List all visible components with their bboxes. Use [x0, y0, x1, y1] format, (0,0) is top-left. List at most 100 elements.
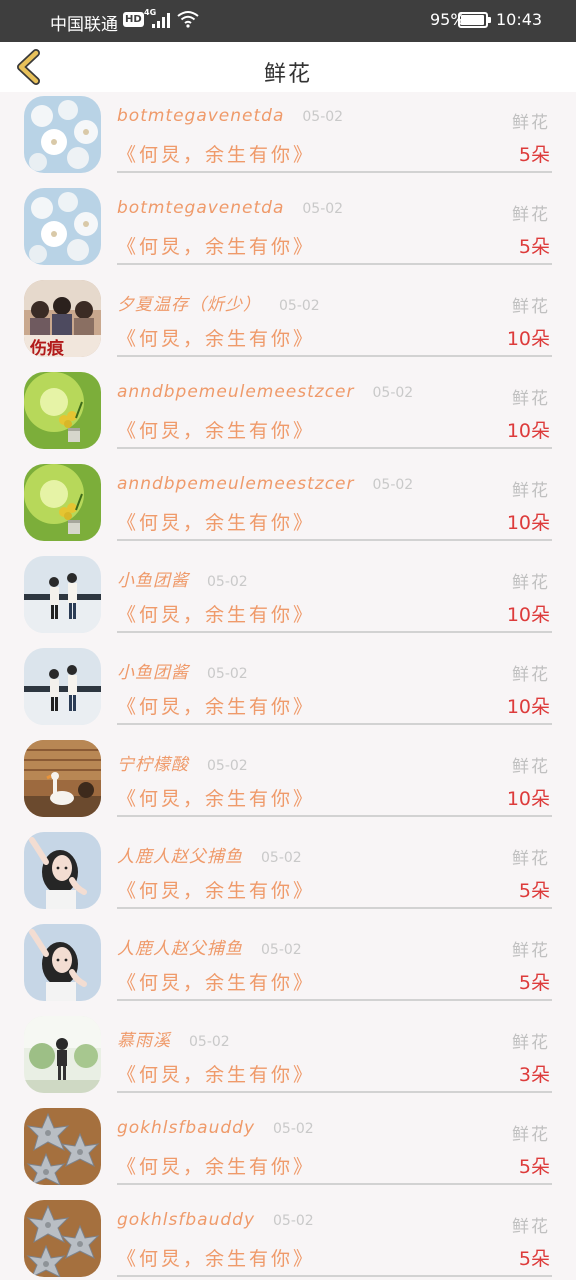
sender-name: anndbpemeulemeestzcer 05-02: [117, 382, 414, 402]
avatar[interactable]: [24, 556, 101, 633]
gift-date: 05-02: [372, 385, 414, 401]
sender-name: 人鹿人赵父捕鱼 05-02: [117, 939, 302, 959]
avatar[interactable]: [24, 924, 101, 1001]
gift-category: 鲜花: [512, 1125, 550, 1145]
gift-message: 《何炅，余生有你》: [117, 1064, 316, 1086]
gift-list-item[interactable]: gokhlsfbauddy 05-02 鲜花《何炅，余生有你》 5朵: [0, 1104, 576, 1196]
gift-message: 《何炅，余生有你》: [117, 880, 316, 902]
gift-list-item[interactable]: anndbpemeulemeestzcer 05-02 鲜花 《何炅，余生有你》 10朵: [0, 460, 576, 552]
gift-category: 鲜花: [512, 389, 550, 409]
gift-list: botmtegavenetda 05-02 鲜花 《何炅，余生有你》 5朵 botmteg…: [0, 92, 576, 1280]
sender-name: gokhlsfbauddy 05-02: [117, 1118, 314, 1138]
gift-date: 05-02: [302, 201, 344, 217]
avatar[interactable]: [24, 1200, 101, 1277]
avatar-image: [24, 96, 101, 173]
avatar-image: [24, 924, 101, 1001]
row-divider: [117, 263, 552, 265]
gift-list-item[interactable]: gokhlsfbauddy 05-02 鲜花 《何炅，余生有你》 5朵: [0, 1196, 576, 1280]
gift-list-item[interactable]: 伤痕 夕夏温存（炘少） 05-02 鲜花《何炅，余生有你》 10朵: [0, 276, 576, 368]
gift-list-item[interactable]: anndbpemeulemeestzcer 05-02 鲜花 《何炅，余生有你》 10朵: [0, 368, 576, 460]
gift-message: 《何炅，余生有你》: [117, 972, 316, 994]
gift-message: 《何炅，余生有你》: [117, 144, 316, 166]
avatar-image: [24, 1200, 101, 1277]
avatar[interactable]: [24, 740, 101, 817]
gift-list-item[interactable]: 小鱼团酱 05-02 鲜花《何炅，余生有你》 10朵: [0, 552, 576, 644]
gift-message: 《何炅，余生有你》: [117, 328, 316, 350]
avatar[interactable]: [24, 372, 101, 449]
gift-date: 05-02: [261, 942, 302, 958]
gift-category: 鲜花: [512, 297, 550, 317]
avatar-image: 伤痕: [24, 280, 101, 357]
gift-quantity: 5朵: [518, 880, 550, 902]
gift-quantity: 5朵: [518, 236, 550, 258]
battery-icon: [458, 12, 491, 28]
avatar[interactable]: [24, 464, 101, 541]
gift-message: 《何炅，余生有你》: [117, 236, 316, 258]
gift-category: 鲜花: [512, 849, 550, 869]
gift-category: 鲜花: [512, 941, 550, 961]
row-divider: [117, 723, 552, 725]
sender-name: 夕夏温存（炘少） 05-02: [117, 295, 320, 315]
status-bar: 中国联通 HD 4G 95% 10:43: [0, 0, 576, 42]
row-divider: [117, 1275, 552, 1277]
gift-date: 05-02: [189, 1034, 230, 1050]
gift-date: 05-02: [207, 574, 248, 590]
avatar-image: [24, 464, 101, 541]
gift-list-item[interactable]: 宁柠檬酸 05-02 鲜花 《何炅，余生有你》 10朵: [0, 736, 576, 828]
gift-message: 《何炅，余生有你》: [117, 1156, 316, 1178]
sender-name: 小鱼团酱 05-02: [117, 571, 248, 591]
row-divider: [117, 447, 552, 449]
gift-list-item[interactable]: 慕雨溪 05-02 鲜花 《何炅，余生有你》 3朵: [0, 1012, 576, 1104]
gift-category: 鲜花: [512, 205, 550, 225]
page-title: 鲜花: [263, 62, 312, 87]
avatar[interactable]: [24, 648, 101, 725]
row-divider: [117, 171, 552, 173]
row-divider: [117, 999, 552, 1001]
gift-quantity: 10朵: [506, 328, 550, 350]
gift-quantity: 10朵: [506, 512, 550, 534]
gift-date: 05-02: [261, 850, 302, 866]
gift-message: 《何炅，余生有你》: [117, 788, 316, 810]
gift-quantity: 10朵: [506, 604, 550, 626]
gift-date: 05-02: [273, 1121, 314, 1137]
avatar[interactable]: [24, 1016, 101, 1093]
carrier-name: 中国联通: [50, 15, 118, 35]
avatar-image: [24, 648, 101, 725]
avatar-image: [24, 188, 101, 265]
gift-date: 05-02: [302, 109, 344, 125]
gift-date: 05-02: [207, 666, 248, 682]
avatar[interactable]: [24, 1108, 101, 1185]
gift-quantity: 5朵: [518, 144, 550, 166]
avatar-image: [24, 1108, 101, 1185]
gift-quantity: 10朵: [506, 788, 550, 810]
gift-date: 05-02: [279, 298, 320, 314]
avatar[interactable]: [24, 96, 101, 173]
gift-message: 《何炅，余生有你》: [117, 1248, 316, 1270]
wifi-icon: [177, 10, 199, 32]
sender-name: 小鱼团酱 05-02: [117, 663, 248, 683]
avatar[interactable]: [24, 188, 101, 265]
gift-quantity: 5朵: [518, 1156, 550, 1178]
avatar-image: [24, 556, 101, 633]
gift-category: 鲜花: [512, 1217, 550, 1237]
avatar[interactable]: 伤痕: [24, 280, 101, 357]
gift-message: 《何炅，余生有你》: [117, 512, 316, 534]
gift-list-item[interactable]: 人鹿人赵父捕鱼 05-02 鲜花 《何炅，余生有你》 5朵: [0, 828, 576, 920]
app-header: 鲜花: [0, 42, 576, 92]
row-divider: [117, 815, 552, 817]
gift-list-item[interactable]: 人鹿人赵父捕鱼 05-02 鲜花《何炅，余生有你》 5朵: [0, 920, 576, 1012]
gift-date: 05-02: [372, 477, 414, 493]
gift-list-item[interactable]: 小鱼团酱 05-02 鲜花 《何炅，余生有你》 10朵: [0, 644, 576, 736]
gift-list-item[interactable]: botmtegavenetda 05-02 鲜花 《何炅，余生有你》 5朵: [0, 184, 576, 276]
gift-message: 《何炅，余生有你》: [117, 604, 316, 626]
gift-category: 鲜花: [512, 757, 550, 777]
gift-category: 鲜花: [512, 573, 550, 593]
gift-quantity: 5朵: [518, 972, 550, 994]
gift-list-item[interactable]: botmtegavenetda 05-02 鲜花 《何炅，余生有你》 5朵: [0, 92, 576, 184]
gift-quantity: 3朵: [518, 1064, 550, 1086]
avatar-image: [24, 832, 101, 909]
sender-name: 慕雨溪 05-02: [117, 1031, 230, 1051]
sender-name: botmtegavenetda 05-02: [117, 106, 344, 126]
avatar[interactable]: [24, 832, 101, 909]
gift-category: 鲜花: [512, 665, 550, 685]
